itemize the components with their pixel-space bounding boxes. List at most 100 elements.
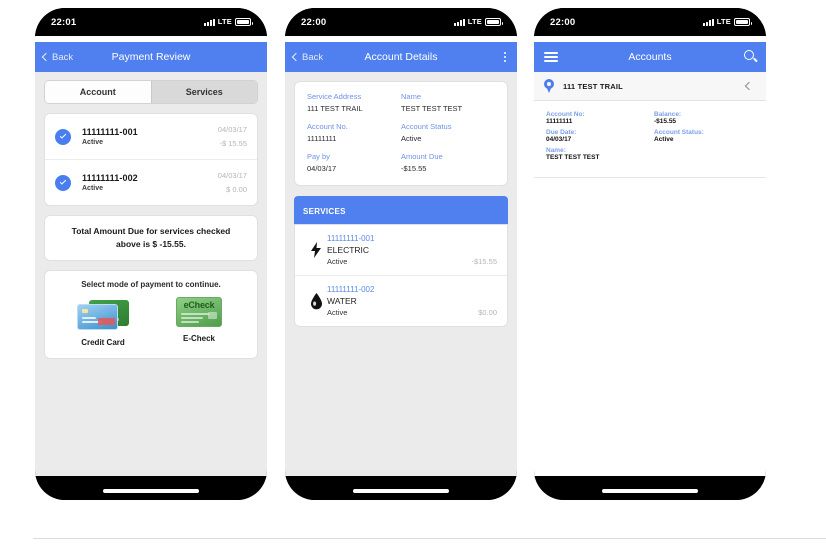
tab-account[interactable]: Account xyxy=(45,81,151,103)
service-number: 11111111-002 xyxy=(327,285,375,294)
detail-value: TEST TEST TEST xyxy=(401,104,463,113)
service-status: Active xyxy=(327,257,348,266)
summary-value: Active xyxy=(654,136,674,143)
back-button[interactable]: Back xyxy=(291,51,324,63)
phone-mockup-payment-review: 22:01 LTE Back Payment Review Account Se… xyxy=(35,8,267,500)
service-amount: $0.00 xyxy=(478,308,497,317)
battery-icon xyxy=(485,18,503,26)
checkbox-checked-icon[interactable] xyxy=(55,128,71,145)
service-amount: -$15.55 xyxy=(471,257,497,266)
water-drop-icon xyxy=(305,292,327,310)
home-indicator[interactable] xyxy=(353,489,449,493)
detail-field: Account No. 11111111 xyxy=(307,122,401,143)
summary-col-right: Balance: -$15.55 Account Status: Active xyxy=(654,111,754,165)
back-button[interactable]: Back xyxy=(41,51,74,63)
app-screen-accounts: Accounts 111 TEST TRAIL Account No: 1111… xyxy=(534,42,766,476)
nav-bar: Back Account Details xyxy=(285,42,517,72)
services-card: 11111111-001 ELECTRIC Active -$15.55 111… xyxy=(294,224,508,327)
payment-option-label: Credit Card xyxy=(81,338,125,347)
signal-icon xyxy=(203,18,215,26)
screenshot-root: 22:01 LTE Back Payment Review Account Se… xyxy=(0,0,826,551)
service-name: WATER xyxy=(327,296,357,306)
detail-value: 11111111 xyxy=(307,134,337,143)
details-grid: Service Address 111 TEST TRAIL Name TEST… xyxy=(307,92,495,173)
app-screen-payment-review: Back Payment Review Account Services 111… xyxy=(35,42,267,476)
summary-value: 11111111 xyxy=(546,118,573,125)
detail-value: 04/03/17 xyxy=(307,164,337,173)
detail-field: Pay by 04/03/17 xyxy=(307,152,401,173)
chevron-left-icon[interactable] xyxy=(744,81,754,91)
echeck-badge-label: eCheck xyxy=(183,300,215,310)
status-time: 22:01 xyxy=(51,16,77,28)
nav-bar: Accounts xyxy=(534,42,766,72)
detail-value: 111 TEST TRAIL xyxy=(307,104,363,113)
account-number: 11111111-001 xyxy=(82,127,138,137)
total-amount-card: Total Amount Due for services checked ab… xyxy=(44,215,258,261)
kebab-menu-icon[interactable] xyxy=(501,49,509,66)
nav-actions xyxy=(501,49,509,66)
status-bar: 22:01 LTE xyxy=(35,8,267,36)
checkbox-checked-icon[interactable] xyxy=(55,174,71,191)
services-header-label: SERVICES xyxy=(303,207,346,216)
detail-value: -$15.55 xyxy=(401,164,427,173)
detail-label: Pay by xyxy=(307,152,330,161)
back-label: Back xyxy=(52,51,74,63)
hamburger-menu-icon[interactable] xyxy=(542,50,560,64)
account-meta: 04/03/17 $ 0.00 xyxy=(218,171,247,194)
segmented-control: Account Services xyxy=(44,80,258,104)
account-number: 11111111-002 xyxy=(82,173,138,183)
summary-value: 04/03/17 xyxy=(546,136,572,143)
search-icon[interactable] xyxy=(744,50,758,64)
status-indicators: LTE xyxy=(453,17,503,26)
summary-col-left: Account No: 11111111 Due Date: 04/03/17 … xyxy=(546,111,646,165)
accounts-card: 11111111-001 Active 04/03/17 -$ 15.55 11… xyxy=(44,113,258,206)
account-status: Active xyxy=(82,185,104,192)
segmented-control-wrap: Account Services xyxy=(35,72,267,104)
list-item[interactable]: 11111111-001 ELECTRIC Active -$15.55 xyxy=(295,225,507,275)
carrier-label: LTE xyxy=(716,17,731,26)
tab-services[interactable]: Services xyxy=(150,81,257,103)
account-info: 11111111-001 Active xyxy=(82,127,218,146)
account-meta: 04/03/17 -$ 15.55 xyxy=(218,125,247,148)
footer-divider xyxy=(33,538,826,539)
detail-field: Name TEST TEST TEST xyxy=(401,92,495,113)
table-row[interactable]: 11111111-001 Active 04/03/17 -$ 15.55 xyxy=(45,114,257,159)
status-bar: 22:00 LTE xyxy=(285,8,517,36)
bolt-icon xyxy=(305,242,327,258)
carrier-label: LTE xyxy=(467,17,482,26)
detail-label: Amount Due xyxy=(401,152,443,161)
chevron-left-icon xyxy=(41,52,51,62)
summary-value: -$15.55 xyxy=(654,118,677,125)
account-info: 11111111-002 Active xyxy=(82,173,218,192)
table-row[interactable]: 11111111-002 Active 04/03/17 $ 0.00 xyxy=(45,159,257,205)
home-indicator[interactable] xyxy=(103,489,199,493)
detail-field: Service Address 111 TEST TRAIL xyxy=(307,92,401,113)
account-date: 04/03/17 xyxy=(217,171,247,180)
credit-card-icon xyxy=(75,297,131,331)
page-title: Accounts xyxy=(628,51,672,63)
location-bar[interactable]: 111 TEST TRAIL xyxy=(534,72,766,101)
service-number: 11111111-001 xyxy=(327,234,375,243)
status-indicators: LTE xyxy=(702,17,752,26)
detail-label: Name xyxy=(401,92,422,101)
phone-mockup-account-details: 22:00 LTE Back Account Details Service A… xyxy=(285,8,517,500)
detail-field: Amount Due -$15.55 xyxy=(401,152,495,173)
payment-option-echeck[interactable]: eCheck E-Check xyxy=(154,297,244,347)
account-summary-card[interactable]: Account No: 11111111 Due Date: 04/03/17 … xyxy=(534,101,766,178)
detail-label: Account No. xyxy=(307,122,348,131)
summary-value: TEST TEST TEST xyxy=(546,154,600,161)
payment-mode-title: Select mode of payment to continue. xyxy=(81,280,221,289)
total-amount-text: Total Amount Due for services checked ab… xyxy=(71,226,231,249)
back-label: Back xyxy=(302,51,324,63)
echeck-icon: eCheck xyxy=(176,297,222,327)
summary-label: Balance: xyxy=(654,111,682,118)
home-indicator[interactable] xyxy=(602,489,698,493)
payment-option-credit-card[interactable]: Credit Card xyxy=(58,297,148,347)
map-pin-icon xyxy=(544,79,554,93)
account-summary-grid: Account No: 11111111 Due Date: 04/03/17 … xyxy=(546,111,754,165)
battery-icon xyxy=(734,18,752,26)
nav-actions xyxy=(744,50,758,64)
list-item[interactable]: 11111111-002 WATER Active $0.00 xyxy=(295,275,507,326)
signal-icon xyxy=(702,18,714,26)
battery-icon xyxy=(235,18,253,26)
